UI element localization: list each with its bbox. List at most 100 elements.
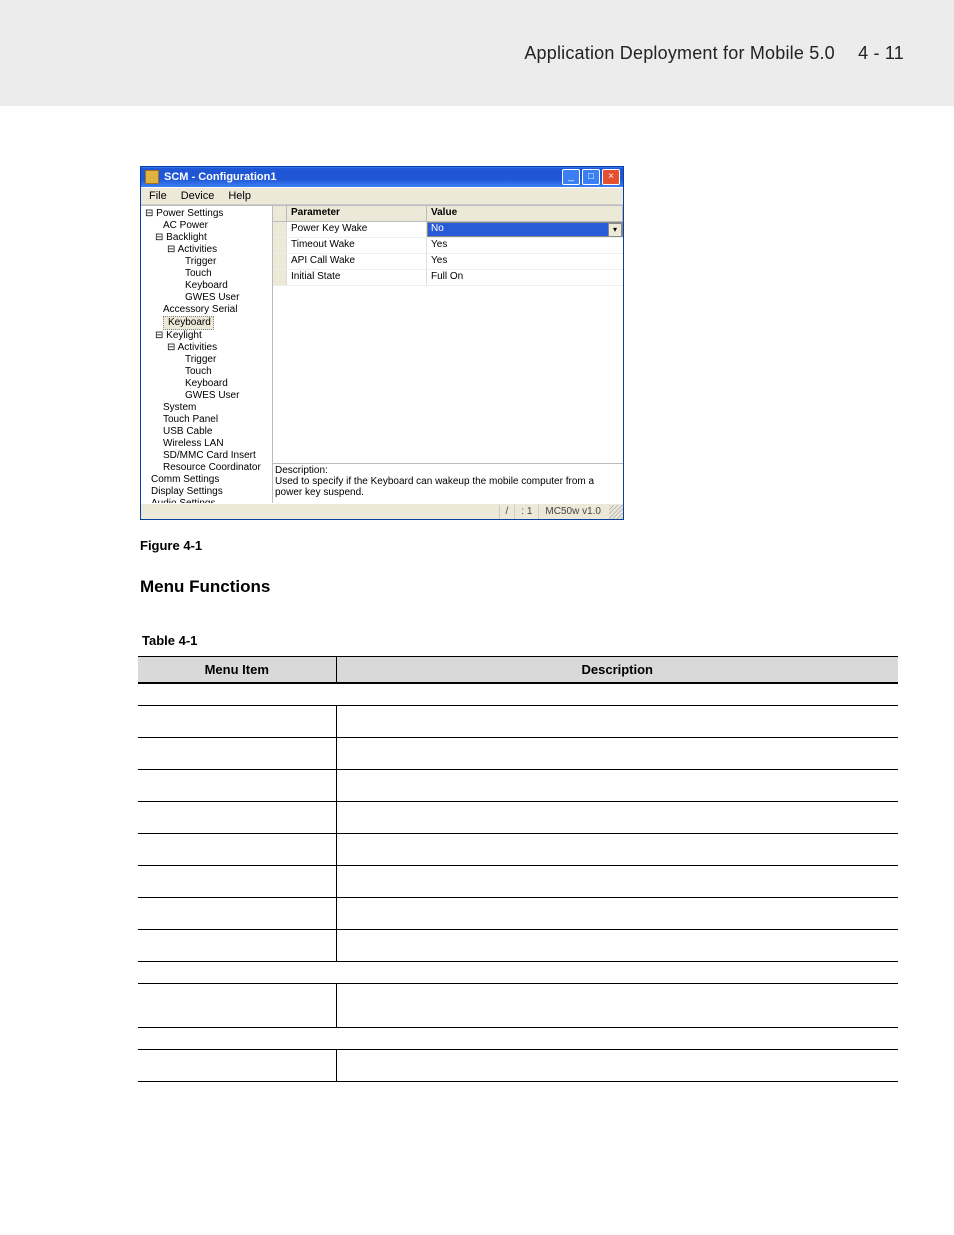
table-cell [336,801,898,833]
grid-header-param[interactable]: Parameter [287,206,427,221]
tree-resource-coordinator[interactable]: Resource Coordinator [141,462,272,474]
th-description: Description [336,657,898,684]
param-cell[interactable]: Initial State [287,270,427,285]
maximize-button[interactable]: □ [582,169,600,185]
tree-comm-settings[interactable]: Comm Settings [141,474,272,486]
tree-keyboard-1[interactable]: Keyboard [141,280,272,292]
status-model: MC50w v1.0 [538,505,607,519]
tree-gwes-2[interactable]: GWES User [141,390,272,402]
table-cell [138,705,336,737]
tree-keyboard-2[interactable]: Keyboard [141,378,272,390]
table-cell [138,983,336,1027]
value-cell[interactable]: Yes [427,238,623,253]
status-ratio: : 1 [514,505,538,519]
tree-keylight[interactable]: ⊟ Keylight [141,330,272,342]
value-cell[interactable]: Yes [427,254,623,269]
tree-audio-settings[interactable]: Audio Settings [141,498,272,503]
page-header-title: Application Deployment for Mobile 5.0 4 … [524,43,904,64]
tree-touch-1[interactable]: Touch [141,268,272,280]
row-header-icon [273,270,287,285]
table-cell [336,983,898,1027]
scm-window: SCM - Configuration1 _ □ × File Device H… [140,166,624,520]
window-body: ⊟ Power Settings AC Power ⊟ Backlight ⊟ … [141,205,623,503]
table-category-row [138,1027,898,1049]
tree-accessory-serial[interactable]: Accessory Serial [141,304,272,316]
table-cell [336,705,898,737]
table-cell [336,737,898,769]
titlebar[interactable]: SCM - Configuration1 _ □ × [141,167,623,187]
table-cell [138,1049,336,1081]
tree-touch-panel[interactable]: Touch Panel [141,414,272,426]
tree-wireless-lan[interactable]: Wireless LAN [141,438,272,450]
app-icon [145,170,159,184]
row-header-icon [273,238,287,253]
grid-row[interactable]: Initial State Full On [273,270,623,286]
th-menu-item: Menu Item [138,657,336,684]
close-button[interactable]: × [602,169,620,185]
table-caption: Table 4-1 [142,633,197,648]
table-cell [138,737,336,769]
table-cell [336,769,898,801]
param-cell[interactable]: Timeout Wake [287,238,427,253]
param-cell[interactable]: API Call Wake [287,254,427,269]
figure-caption: Figure 4-1 [140,538,202,553]
tree-trigger-1[interactable]: Trigger [141,256,272,268]
tree-activities-2[interactable]: ⊟ Activities [141,342,272,354]
resize-grip-icon[interactable] [609,505,623,519]
description-pane: Description: Used to specify if the Keyb… [273,463,623,503]
tree-sdmmc[interactable]: SD/MMC Card Insert [141,450,272,462]
table-cell [138,865,336,897]
table-cell [336,897,898,929]
menu-help[interactable]: Help [228,190,251,202]
grid-row[interactable]: Timeout Wake Yes [273,238,623,254]
tree-keyboard-sel[interactable]: Keyboard [163,316,214,330]
minimize-button[interactable]: _ [562,169,580,185]
table-cell [336,1049,898,1081]
header-title-text: Application Deployment for Mobile 5.0 [524,43,835,63]
param-cell[interactable]: Power Key Wake [287,222,427,237]
grid-corner [273,206,287,221]
window-buttons: _ □ × [562,169,620,185]
menubar: File Device Help [141,187,623,205]
dropdown-arrow-icon[interactable]: ▾ [608,223,622,237]
desc-label: Description: [275,465,621,476]
grid-spacer [273,286,623,463]
grid-pane: Parameter Value Power Key Wake No ▾ [273,206,623,503]
grid-header: Parameter Value [273,206,623,222]
tree-power-settings[interactable]: ⊟ Power Settings [141,208,272,220]
table-cell [138,929,336,961]
menu-device[interactable]: Device [181,190,215,202]
row-header-icon [273,222,287,237]
page-number: 4 - 11 [858,43,904,63]
tree-display-settings[interactable]: Display Settings [141,486,272,498]
menu-functions-table: Menu Item Description [138,656,898,1082]
row-header-icon [273,254,287,269]
tree-activities-1[interactable]: ⊟ Activities [141,244,272,256]
table-cell [138,833,336,865]
tree-pane[interactable]: ⊟ Power Settings AC Power ⊟ Backlight ⊟ … [141,206,273,503]
grid-row[interactable]: Power Key Wake No ▾ [273,222,623,238]
status-slash: / [499,505,515,519]
menu-file[interactable]: File [149,190,167,202]
tree-system[interactable]: System [141,402,272,414]
grid-row[interactable]: API Call Wake Yes [273,254,623,270]
value-cell[interactable]: Full On [427,270,623,285]
tree-ac-power[interactable]: AC Power [141,220,272,232]
section-heading: Menu Functions [140,577,270,596]
page-header: Application Deployment for Mobile 5.0 4 … [0,0,954,106]
grid-header-value[interactable]: Value [427,206,623,221]
table-cell [138,769,336,801]
grid-rows: Power Key Wake No ▾ Timeout Wake Yes API [273,222,623,286]
tree-usb-cable[interactable]: USB Cable [141,426,272,438]
tree-touch-2[interactable]: Touch [141,366,272,378]
tree-trigger-2[interactable]: Trigger [141,354,272,366]
value-cell[interactable]: No ▾ [427,222,623,237]
value-text: No [431,223,444,234]
tree-gwes-1[interactable]: GWES User [141,292,272,304]
table-cell [336,833,898,865]
statusbar: / : 1 MC50w v1.0 [141,503,623,519]
tree-backlight[interactable]: ⊟ Backlight [141,232,272,244]
table-category-row [138,961,898,983]
table-category-row [138,683,898,705]
table-cell [138,897,336,929]
